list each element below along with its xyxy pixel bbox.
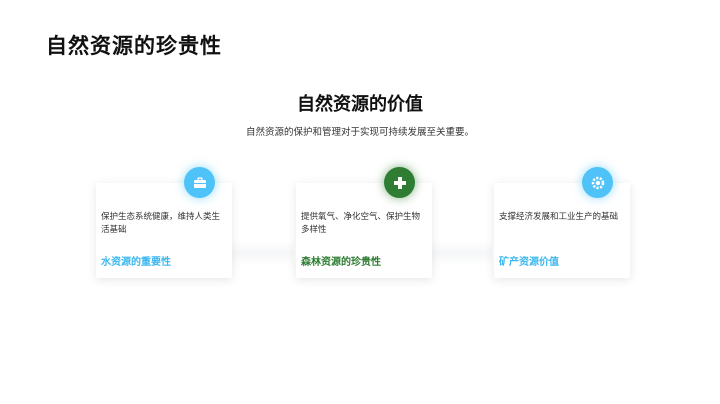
card-description: 支撑经济发展和工业生产的基础: [499, 212, 619, 222]
card-label: 水资源的重要性: [101, 257, 171, 268]
section-subtitle: 自然资源的保护和管理对于实现可持续发展至关重要。: [245, 127, 474, 138]
resource-card-forest: 提供氧气、净化空气、保护生物多样性 森林资源的珍贵性: [296, 167, 432, 278]
resource-card-mineral: 支撑经济发展和工业生产的基础 矿产资源价值: [494, 167, 630, 278]
card-connector: [232, 241, 294, 267]
card-description: 保护生态系统健康，维持人类生活基础: [101, 212, 221, 235]
first-aid-cross-icon: [384, 167, 415, 198]
section-title: 自然资源的价值: [297, 94, 423, 115]
card-description: 提供氧气、净化空气、保护生物多样性: [301, 212, 421, 235]
card-label: 矿产资源价值: [499, 257, 559, 268]
page-title: 自然资源的珍贵性: [46, 34, 222, 58]
gear-icon: [582, 167, 613, 198]
resource-card-water: 保护生态系统健康，维持人类生活基础 水资源的重要性: [96, 167, 232, 278]
briefcase-icon: [184, 167, 215, 198]
card-label: 森林资源的珍贵性: [301, 257, 381, 268]
card-connector: [432, 241, 492, 267]
